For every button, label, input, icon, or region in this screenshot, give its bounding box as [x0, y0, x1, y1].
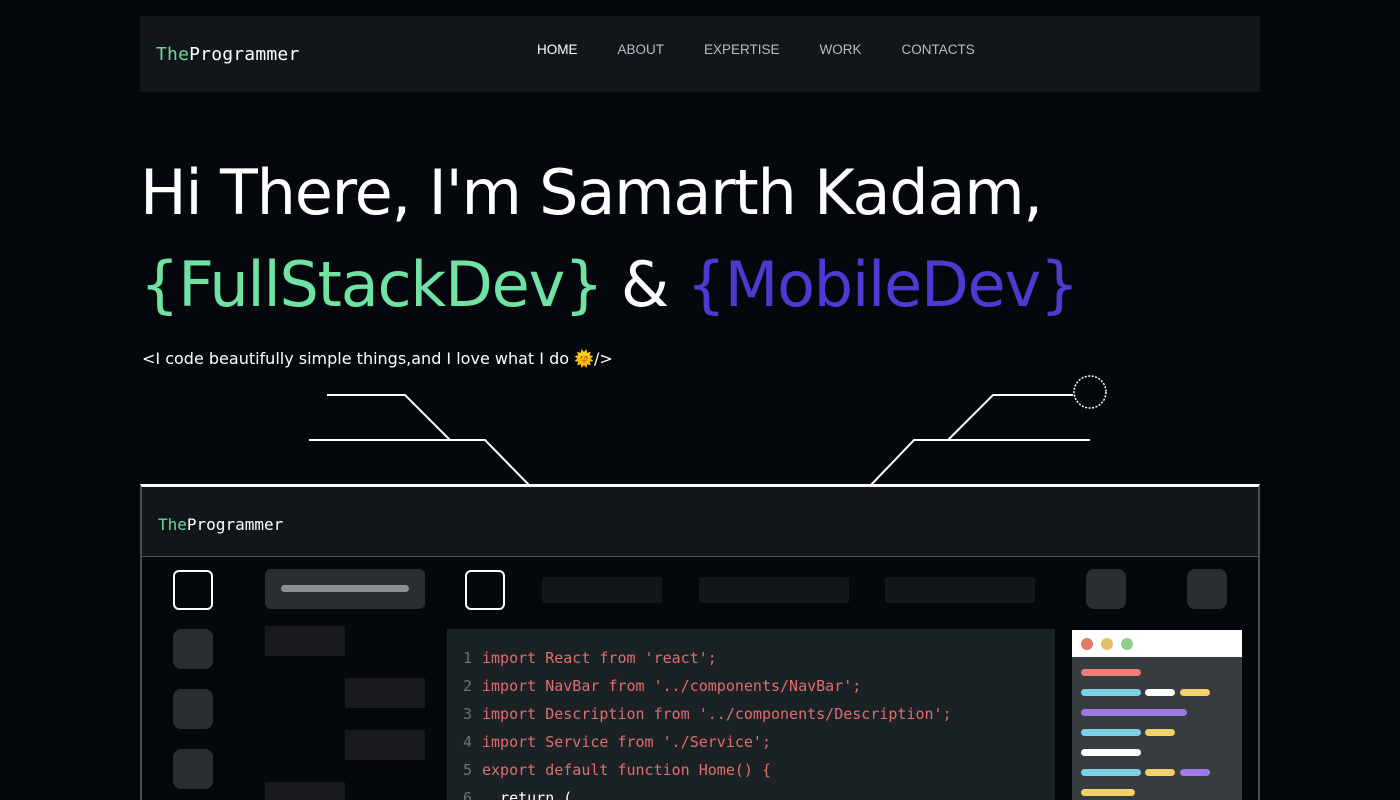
line-code: import NavBar from '../components/NavBar… — [482, 677, 862, 695]
line-number: 5 — [463, 761, 473, 779]
mockup-side-icon — [173, 629, 213, 669]
mockup-tree-item — [345, 678, 425, 708]
mini-code-pill — [1081, 749, 1141, 756]
code-line: 5 export default function Home() { — [463, 761, 771, 779]
mockup-side-icon — [173, 749, 213, 789]
mockup-tree-item — [345, 730, 425, 760]
mockup-tree-item — [265, 782, 345, 800]
mockup-mini-window — [1072, 630, 1242, 800]
line-code: import Service from './Service'; — [482, 733, 771, 751]
hero-roles: {FullStackDev} & {MobileDev} — [140, 248, 1080, 321]
mockup-tab-bar — [699, 577, 849, 603]
line-code: import Description from '../components/D… — [482, 705, 952, 723]
line-number: 2 — [463, 677, 473, 695]
hero-tagline: <I code beautifully simple things,and I … — [142, 349, 613, 368]
mockup-tree-item — [265, 626, 345, 656]
line-code: import React from 'react'; — [482, 649, 717, 667]
minimize-dot-icon — [1101, 638, 1113, 650]
code-line: 2 import NavBar from '../components/NavBa… — [463, 677, 861, 695]
nav-contacts[interactable]: CONTACTS — [902, 42, 975, 57]
role-fullstack: {FullStackDev} — [140, 248, 604, 321]
mini-code-pill — [1180, 769, 1210, 776]
code-line: 1 import React from 'react'; — [463, 649, 717, 667]
mockup-side-icon — [173, 689, 213, 729]
close-dot-icon — [1081, 638, 1093, 650]
top-navbar: TheProgrammer HOME ABOUT EXPERTISE WORK … — [140, 16, 1260, 92]
mini-code-pill — [1145, 729, 1175, 736]
mini-code-pill — [1081, 689, 1141, 696]
line-number: 6 — [463, 789, 473, 800]
line-code: return ( — [482, 789, 573, 800]
mockup-logo-prefix: The — [158, 515, 187, 534]
role-ampersand: & — [620, 248, 669, 321]
nav-about[interactable]: ABOUT — [618, 42, 665, 57]
code-line: 6 return ( — [463, 789, 572, 800]
mini-code-pill — [1081, 709, 1187, 716]
mockup-tool-square — [465, 570, 505, 610]
site-logo[interactable]: TheProgrammer — [156, 44, 300, 65]
mini-code-pill — [1145, 769, 1175, 776]
mini-code-pill — [1145, 689, 1175, 696]
mockup-tab-bar — [885, 577, 1035, 603]
laptop-mockup: TheProgrammer 1 import React from 'react'… — [140, 484, 1260, 800]
logo-prefix: The — [156, 44, 190, 65]
logo-suffix: Programmer — [189, 44, 300, 65]
mini-code-pill — [1081, 669, 1141, 676]
mini-code-pill — [1081, 789, 1135, 796]
mini-code-pill — [1081, 769, 1141, 776]
code-line: 4 import Service from './Service'; — [463, 733, 771, 751]
role-mobile: {MobileDev} — [686, 248, 1080, 321]
mockup-menu-square — [173, 570, 213, 610]
line-number: 4 — [463, 733, 473, 751]
maximize-dot-icon — [1121, 638, 1133, 650]
mockup-action-square — [1086, 569, 1126, 609]
mockup-logo-suffix: Programmer — [186, 515, 284, 534]
mockup-search-pill — [265, 569, 425, 609]
hero-heading: Hi There, I'm Samarth Kadam, — [140, 156, 1043, 229]
mockup-code-editor: 1 import React from 'react'; 2 import NavB… — [447, 629, 1055, 800]
line-number: 3 — [463, 705, 473, 723]
line-code: export default function Home() { — [482, 761, 771, 779]
code-line: 3 import Description from '../components/… — [463, 705, 952, 723]
line-number: 1 — [463, 649, 473, 667]
mockup-tab-bar — [542, 577, 662, 603]
nav-work[interactable]: WORK — [820, 42, 862, 57]
mockup-logo: TheProgrammer — [158, 515, 283, 534]
mini-code-pill — [1081, 729, 1141, 736]
mockup-action-square — [1187, 569, 1227, 609]
nav-expertise[interactable]: EXPERTISE — [704, 42, 780, 57]
mockup-header: TheProgrammer — [142, 487, 1258, 557]
mini-window-titlebar — [1072, 630, 1242, 657]
mockup-search-line — [281, 585, 409, 592]
nav-links: HOME ABOUT EXPERTISE WORK CONTACTS — [537, 42, 1015, 57]
mini-code-pill — [1180, 689, 1210, 696]
nav-home[interactable]: HOME — [537, 42, 578, 57]
